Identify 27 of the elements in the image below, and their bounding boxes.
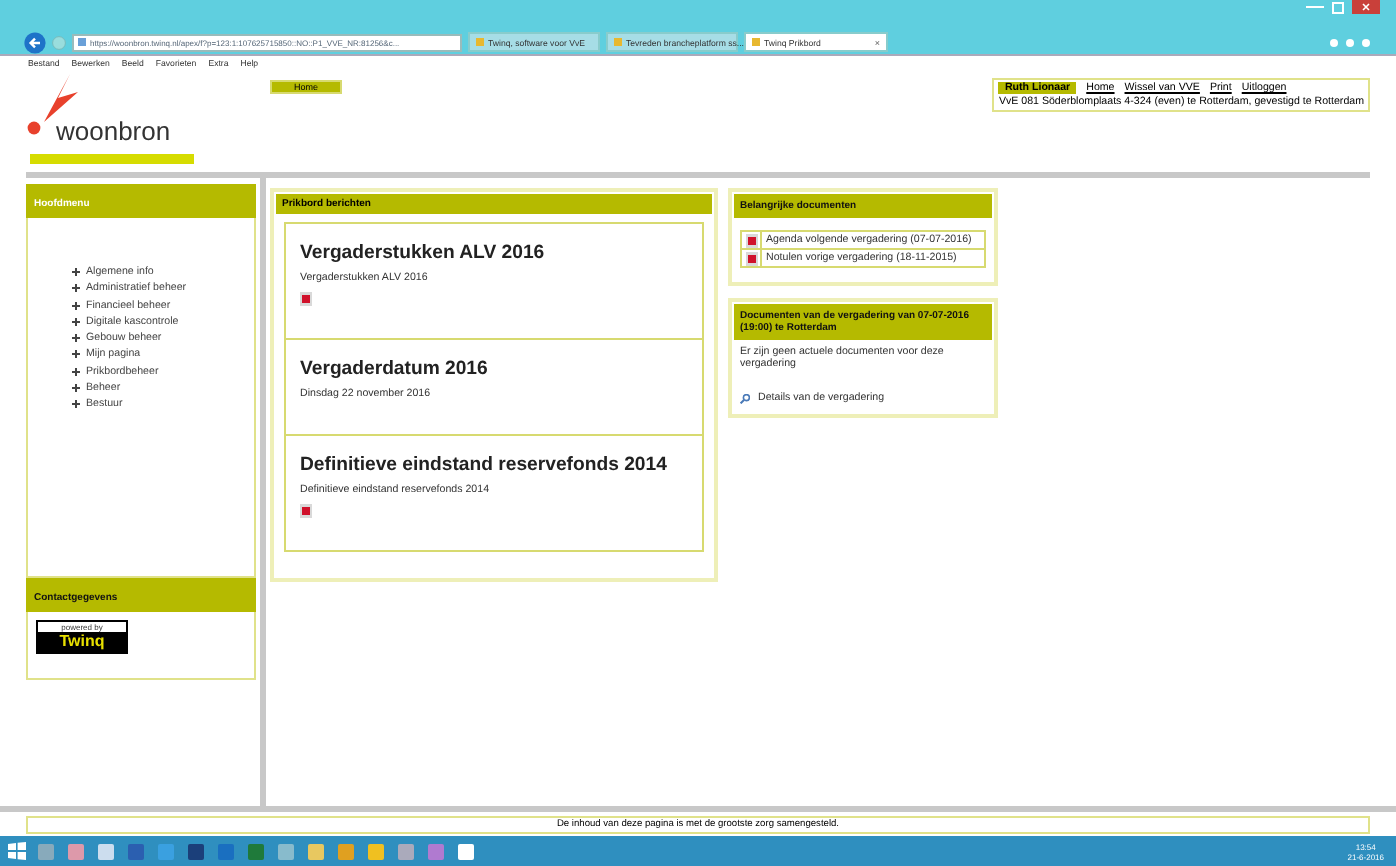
- plus-icon: [72, 268, 80, 276]
- plus-icon: [72, 284, 80, 293]
- page-icon: [78, 38, 86, 46]
- pdf-icon[interactable]: [300, 292, 312, 306]
- plus-icon: [72, 317, 80, 326]
- post-title: Definitieve eindstand reservefonds 2014: [300, 454, 669, 476]
- page-icon: [752, 38, 760, 46]
- page-icon: [614, 38, 622, 46]
- logo-text: woonbron: [56, 116, 171, 146]
- plus-icon: [72, 400, 80, 409]
- pdf-icon[interactable]: [300, 504, 312, 518]
- page-icon: [476, 38, 484, 46]
- plus-icon: [72, 334, 80, 343]
- close-button[interactable]: [1352, 0, 1380, 14]
- restore-button[interactable]: [1332, 2, 1344, 14]
- plus-icon: [72, 350, 80, 359]
- search-icon: [740, 393, 750, 403]
- back-button[interactable]: [24, 31, 46, 53]
- windows-start-icon[interactable]: [8, 842, 26, 860]
- toolbar-icons-drawing[interactable]: [1328, 37, 1376, 47]
- post-title: Vergaderdatum 2016: [300, 358, 490, 380]
- forward-button[interactable]: [52, 35, 66, 49]
- post-title: Vergaderstukken ALV 2016: [300, 242, 547, 264]
- plus-icon: [72, 301, 80, 310]
- plus-icon: [72, 367, 80, 376]
- plus-icon: [72, 384, 80, 393]
- minimize-button[interactable]: [1306, 0, 1324, 8]
